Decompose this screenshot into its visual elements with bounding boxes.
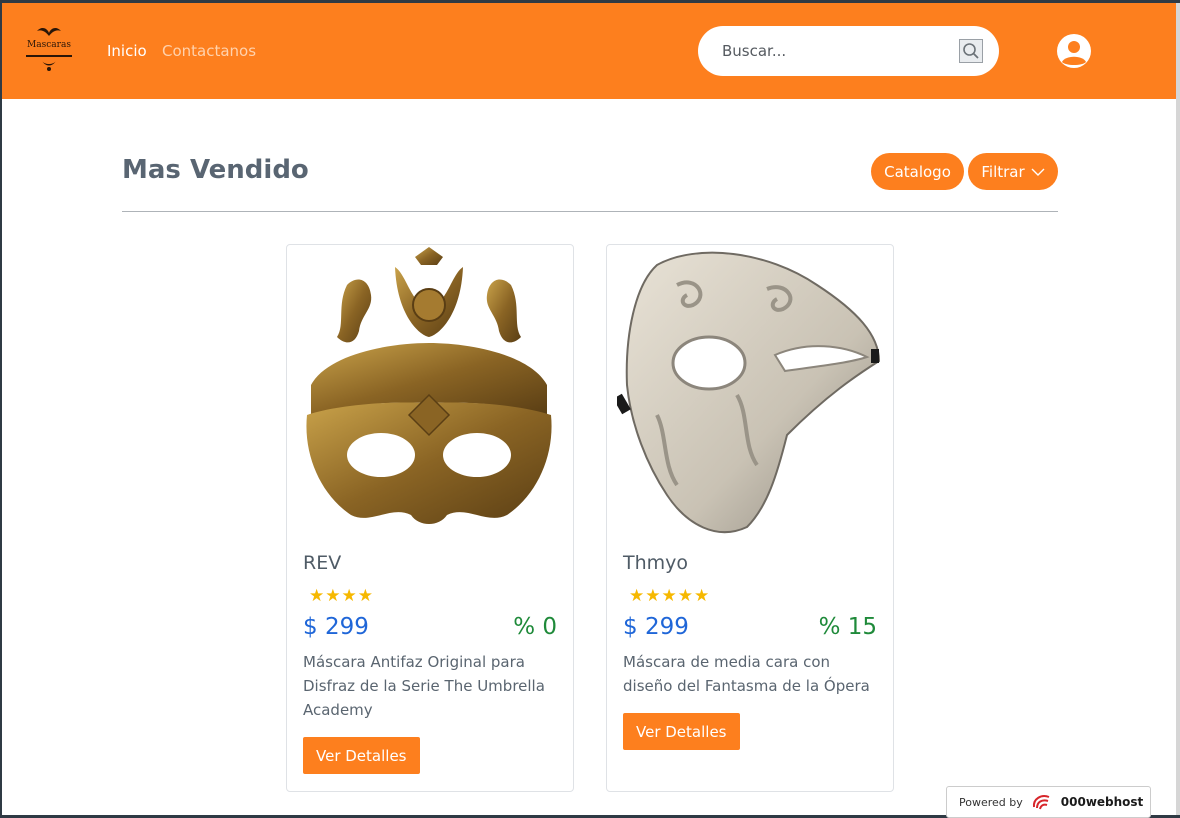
ver-detalles-button[interactable]: Ver Detalles	[623, 713, 740, 750]
product-image-thmyo[interactable]	[613, 245, 883, 540]
user-icon	[1057, 34, 1091, 68]
product-description: Máscara de media cara con diseño del Fan…	[623, 653, 870, 695]
search-icon	[963, 43, 979, 59]
filtrar-dropdown[interactable]: Filtrar	[968, 153, 1058, 190]
powered-brand: 000webhost	[1060, 795, 1144, 809]
product-discount: % 15	[818, 614, 877, 640]
filtrar-label: Filtrar	[981, 162, 1025, 181]
product-price: $ 299	[623, 614, 689, 640]
product-name: Thmyo	[623, 552, 689, 574]
nav-link-contactanos[interactable]: Contactanos	[162, 42, 256, 60]
product-image-rev[interactable]	[297, 245, 563, 540]
product-discount: % 0	[513, 614, 557, 640]
powered-label: Powered by	[959, 795, 1023, 809]
product-card: REV ★★★★ $ 299 % 0 Máscara Antifaz Origi…	[286, 244, 574, 792]
webhost-logo-icon	[1032, 795, 1050, 810]
star-rating: ★★★★	[309, 586, 374, 606]
search-button[interactable]	[959, 39, 983, 63]
scrollbar[interactable]	[1176, 3, 1180, 815]
logo-text: Mascaras	[27, 40, 71, 50]
product-card: Thmyo ★★★★★ $ 299 % 15 Máscara de media …	[606, 244, 894, 792]
star-rating: ★★★★★	[629, 586, 711, 606]
browser-viewport: Mascaras Inicio Contactanos Mas Vendido …	[2, 3, 1176, 815]
nav-link-inicio[interactable]: Inicio	[107, 42, 147, 60]
catalogo-label: Catalogo	[884, 162, 951, 181]
product-name: REV	[303, 552, 342, 574]
product-description: Máscara Antifaz Original para Disfraz de…	[303, 653, 545, 719]
navbar: Mascaras Inicio Contactanos	[2, 3, 1176, 99]
user-account-button[interactable]	[1054, 34, 1094, 68]
search-bar	[698, 26, 999, 76]
catalogo-button[interactable]: Catalogo	[871, 153, 964, 190]
search-input[interactable]	[722, 39, 942, 63]
chevron-down-icon	[1031, 168, 1045, 176]
divider	[122, 211, 1058, 212]
site-logo[interactable]: Mascaras	[22, 23, 76, 73]
product-price: $ 299	[303, 614, 369, 640]
page-title: Mas Vendido	[122, 155, 309, 185]
powered-by-badge[interactable]: Powered by 000webhost	[946, 786, 1151, 818]
ver-detalles-button[interactable]: Ver Detalles	[303, 737, 420, 774]
